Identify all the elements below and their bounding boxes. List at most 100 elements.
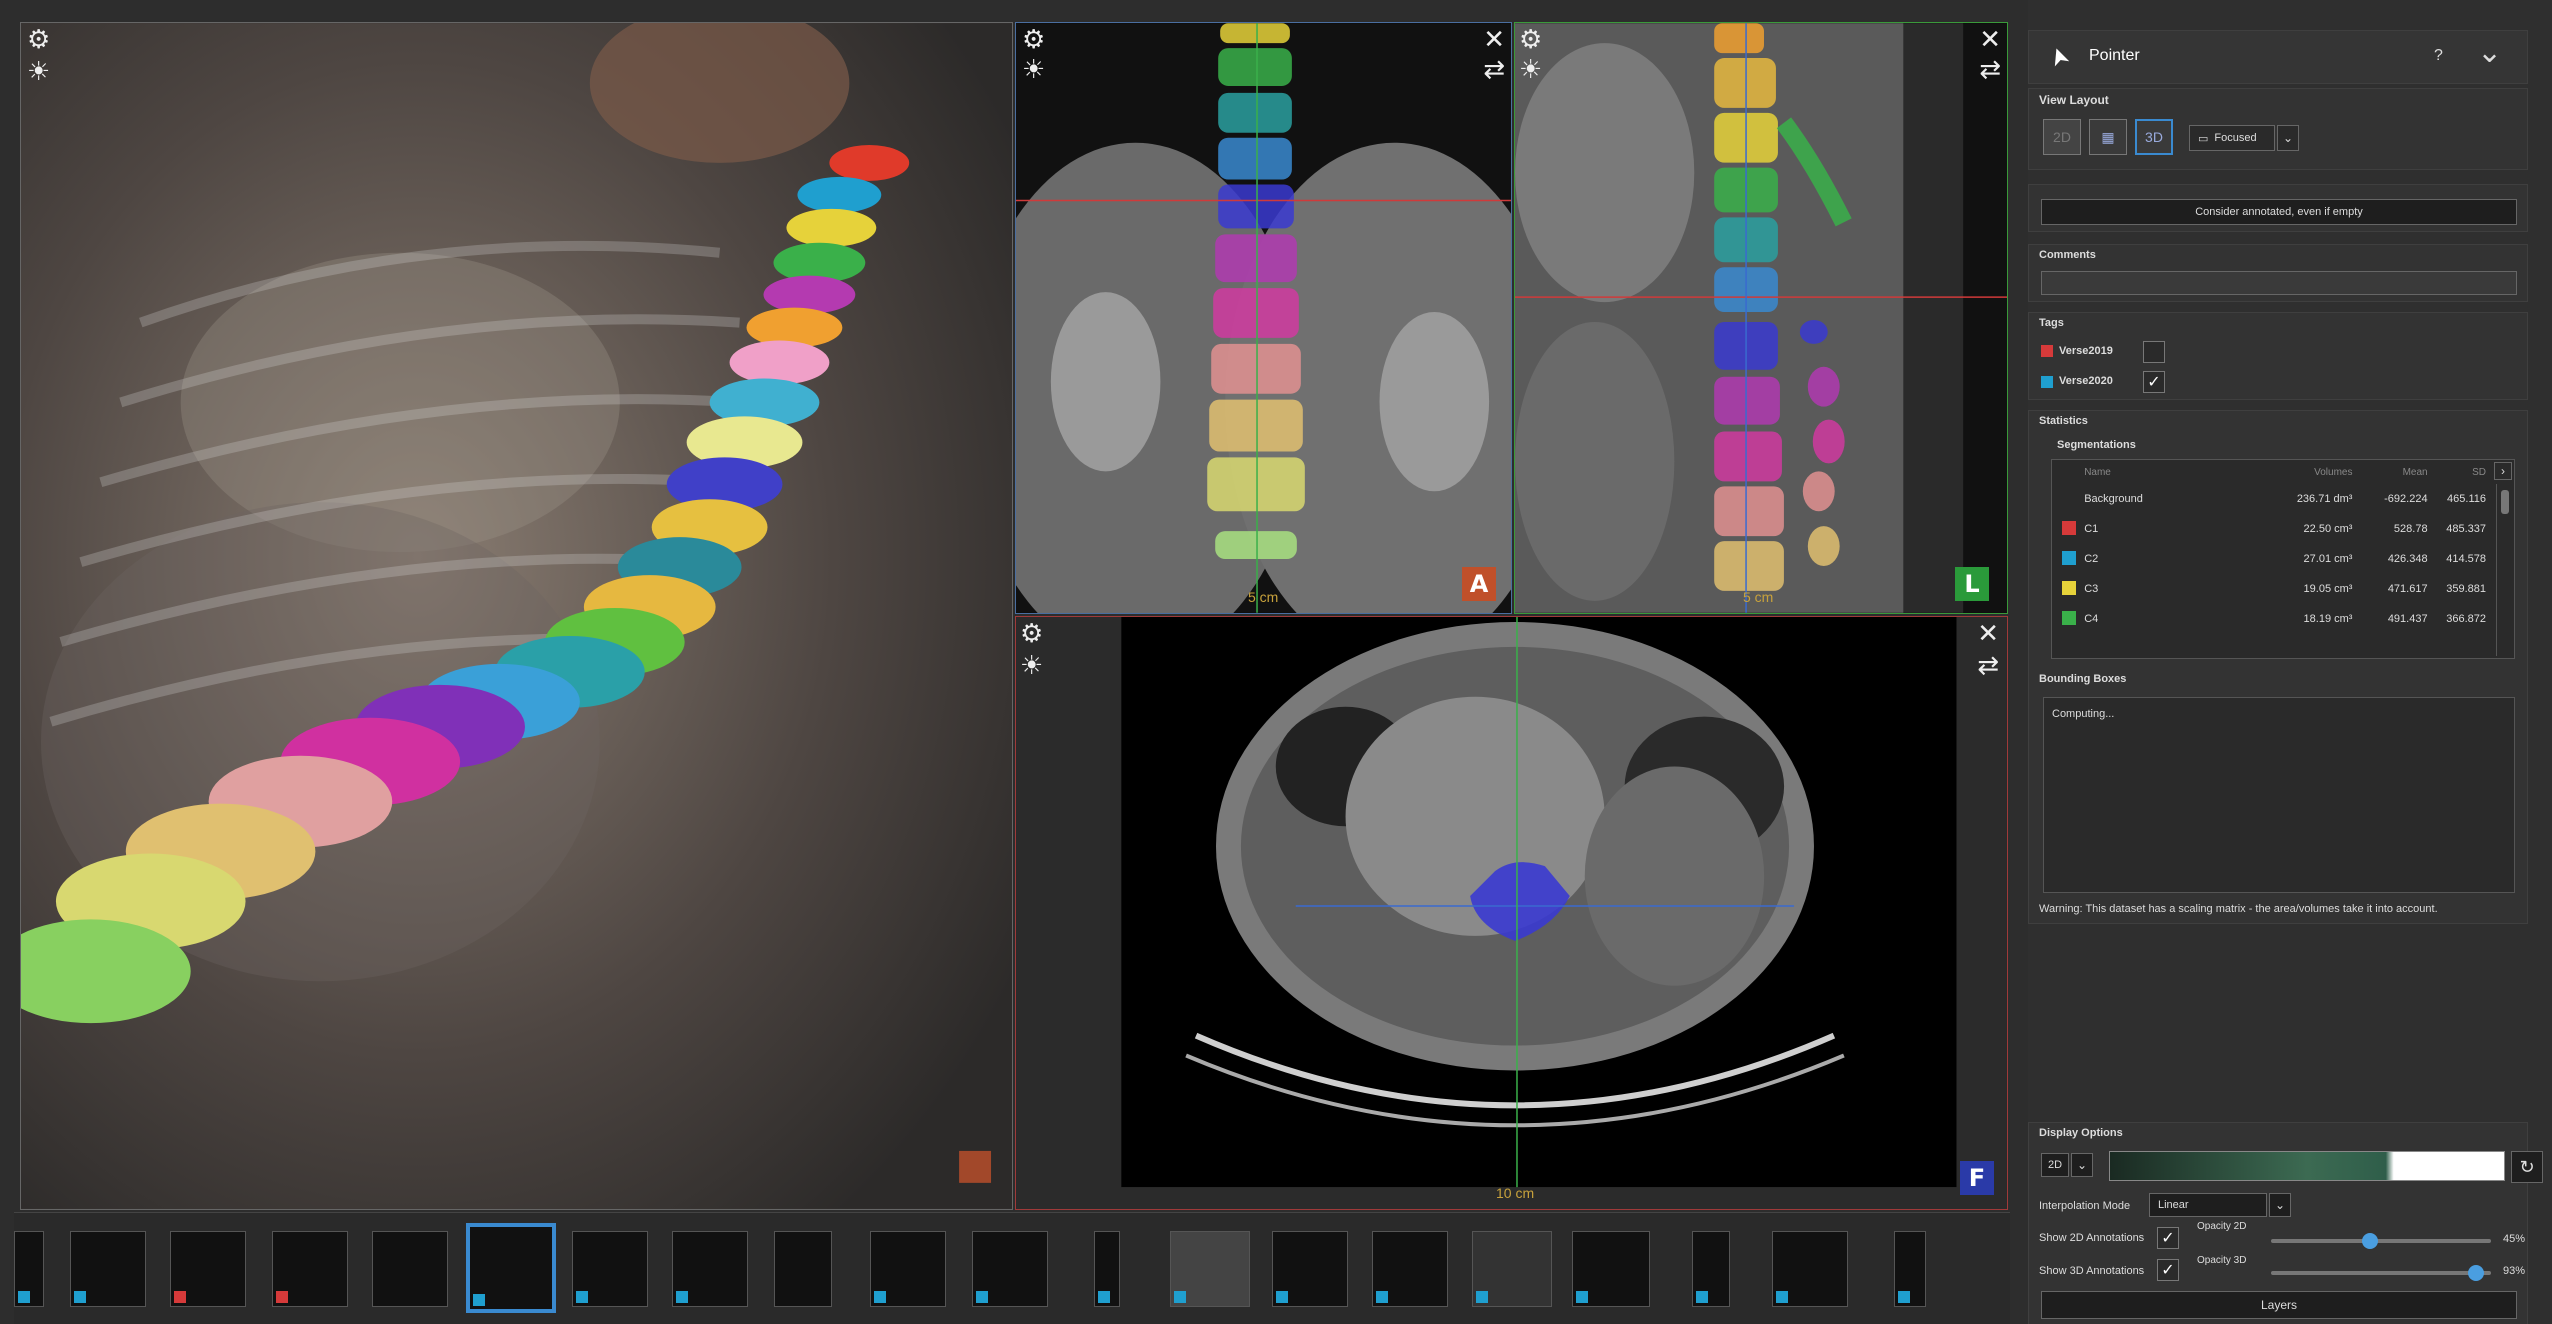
series-thumbnail[interactable] <box>372 1231 448 1307</box>
table-scrollbar[interactable] <box>2496 484 2512 656</box>
statistics-section: Statistics Segmentations Name Volumes Me… <box>2028 410 2528 924</box>
opacity-3d-slider[interactable] <box>2271 1265 2491 1281</box>
series-thumbnail[interactable] <box>14 1231 44 1307</box>
swap-icon[interactable]: ⇄ <box>1979 57 2001 83</box>
series-thumbnail-selected[interactable] <box>466 1223 556 1313</box>
tags-title: Tags <box>2039 317 2064 329</box>
column-header[interactable]: SD <box>2428 460 2492 484</box>
opacity-3d-value: 93% <box>2503 1265 2526 1277</box>
table-row[interactable]: C2 27.01 cm³ 426.348 414.578 <box>2052 544 2492 574</box>
row-name: C2 <box>2084 553 2099 565</box>
segment-color-swatch <box>2062 520 2076 535</box>
series-thumbnail[interactable] <box>572 1231 648 1307</box>
series-thumbnail[interactable] <box>774 1231 832 1307</box>
help-icon[interactable]: ? <box>2434 47 2443 65</box>
segment-color-swatch <box>2062 550 2076 565</box>
tool-name: Pointer <box>2089 47 2140 64</box>
segmentations-table-container[interactable]: Name Volumes Mean SD Background 236.71 dm… <box>2051 459 2515 659</box>
display-mode-dropdown-icon[interactable]: ⌄ <box>2071 1153 2093 1177</box>
app-window: ⚙ ☀ ⚙ ☀ ✕ ⇄ 5 cm A ⚙ ☀ ✕ ⇄ 5 cm L ⚙ ☀ ✕ … <box>0 0 2552 1324</box>
axial-ct-image <box>1016 617 2007 1209</box>
show-2d-annotations-checkbox[interactable]: ✓ <box>2157 1227 2179 1249</box>
series-thumbnail[interactable] <box>1094 1231 1120 1307</box>
column-header[interactable]: Volumes <box>2245 460 2352 484</box>
brightness-icon[interactable]: ☀ <box>1020 653 1043 679</box>
opacity-2d-slider[interactable] <box>2271 1233 2491 1249</box>
interpolation-mode-select[interactable]: Linear <box>2149 1193 2267 1217</box>
table-row[interactable]: C4 18.19 cm³ 491.437 366.872 <box>2052 604 2492 634</box>
row-name: Background <box>2084 493 2143 505</box>
gear-icon[interactable]: ⚙ <box>1022 27 1045 53</box>
display-options-title: Display Options <box>2039 1127 2123 1139</box>
viewport-sagittal[interactable]: ⚙ ☀ ✕ ⇄ 5 cm L <box>1514 22 2008 614</box>
brightness-icon[interactable]: ☀ <box>1519 57 1542 83</box>
display-mode-select[interactable]: 2D <box>2041 1153 2069 1177</box>
table-row[interactable]: C3 19.05 cm³ 471.617 359.881 <box>2052 574 2492 604</box>
layout-mode-dropdown-icon[interactable]: ⌄ <box>2277 125 2299 151</box>
layout-3d-button[interactable]: 3D <box>2135 119 2173 155</box>
tag-checkbox[interactable]: ✓ <box>2143 371 2165 393</box>
table-row[interactable]: C1 22.50 cm³ 528.78 485.337 <box>2052 514 2492 544</box>
histogram-window[interactable] <box>2109 1151 2505 1181</box>
series-thumbnail[interactable] <box>672 1231 748 1307</box>
opacity-2d-slider-handle[interactable] <box>2362 1233 2378 1249</box>
interpolation-mode-value: Linear <box>2158 1199 2189 1211</box>
brightness-icon[interactable]: ☀ <box>1022 57 1045 83</box>
gear-icon[interactable]: ⚙ <box>1020 621 1043 647</box>
series-thumbnail[interactable] <box>1472 1231 1552 1307</box>
consider-annotated-button[interactable]: Consider annotated, even if empty <box>2041 199 2517 225</box>
series-thumbnail[interactable] <box>972 1231 1048 1307</box>
swap-icon[interactable]: ⇄ <box>1483 57 1505 83</box>
gear-icon[interactable]: ⚙ <box>1519 27 1542 53</box>
column-header[interactable]: Name <box>2084 460 2245 484</box>
series-thumbnail[interactable] <box>272 1231 348 1307</box>
tag-checkbox[interactable] <box>2143 341 2165 363</box>
segmentations-title: Segmentations <box>2057 439 2136 451</box>
viewport-3d[interactable]: ⚙ ☀ <box>20 22 1013 1210</box>
scrollbar-thumb[interactable] <box>2501 490 2509 514</box>
fullscreen-icon[interactable]: ✕ <box>1483 27 1505 53</box>
viewport-coronal[interactable]: ⚙ ☀ ✕ ⇄ 5 cm A <box>1015 22 1512 614</box>
scale-bar-label: 5 cm <box>1248 589 1279 605</box>
show-2d-annotations-label: Show 2D Annotations <box>2039 1232 2145 1244</box>
series-thumbnail[interactable] <box>170 1231 246 1307</box>
opacity-2d-value: 45% <box>2503 1233 2526 1245</box>
layout-2d-button[interactable]: 2D <box>2043 119 2081 155</box>
series-thumbnail[interactable] <box>1894 1231 1926 1307</box>
column-header[interactable]: Mean <box>2352 460 2428 484</box>
gear-icon[interactable]: ⚙ <box>27 27 50 53</box>
series-thumbnail-strip[interactable] <box>14 1212 2010 1324</box>
coronal-ct-image <box>1016 23 1511 613</box>
series-thumbnail[interactable] <box>1772 1231 1848 1307</box>
collapse-icon[interactable]: ⌄ <box>2477 35 2502 70</box>
show-3d-annotations-checkbox[interactable]: ✓ <box>2157 1259 2179 1281</box>
series-thumbnail[interactable] <box>1692 1231 1730 1307</box>
tool-header: ➤ Pointer ? ⌄ <box>2028 30 2528 84</box>
comments-input[interactable] <box>2041 271 2517 295</box>
viewport-axial[interactable]: ⚙ ☀ ✕ ⇄ 10 cm F <box>1015 616 2008 1210</box>
table-row[interactable]: Background 236.71 dm³ -692.224 465.116 <box>2052 484 2492 514</box>
pointer-icon[interactable]: ➤ <box>2042 43 2075 71</box>
tag-name: Verse2020 <box>2059 375 2113 387</box>
layout-mode-select[interactable]: ▭ Focused <box>2189 125 2275 151</box>
series-thumbnail[interactable] <box>870 1231 946 1307</box>
series-thumbnail[interactable] <box>1572 1231 1650 1307</box>
fullscreen-icon[interactable]: ✕ <box>1977 621 1999 647</box>
comments-section: Comments <box>2028 244 2528 302</box>
segment-color-swatch <box>2062 610 2076 625</box>
opacity-3d-slider-handle[interactable] <box>2467 1265 2484 1281</box>
series-thumbnail[interactable] <box>1272 1231 1348 1307</box>
table-expand-button[interactable]: › <box>2494 462 2512 480</box>
interpolation-dropdown-icon[interactable]: ⌄ <box>2269 1193 2291 1217</box>
scale-bar-label: 5 cm <box>1743 589 1774 605</box>
layout-grid-button[interactable]: ▦ <box>2089 119 2127 155</box>
reset-display-button[interactable]: ↻ <box>2511 1151 2543 1183</box>
swap-icon[interactable]: ⇄ <box>1977 653 1999 679</box>
series-thumbnail[interactable] <box>1170 1231 1250 1307</box>
scaling-warning: Warning: This dataset has a scaling matr… <box>2039 903 2438 915</box>
layers-button[interactable]: Layers <box>2041 1291 2517 1319</box>
series-thumbnail[interactable] <box>70 1231 146 1307</box>
brightness-icon[interactable]: ☀ <box>27 59 50 85</box>
fullscreen-icon[interactable]: ✕ <box>1979 27 2001 53</box>
series-thumbnail[interactable] <box>1372 1231 1448 1307</box>
